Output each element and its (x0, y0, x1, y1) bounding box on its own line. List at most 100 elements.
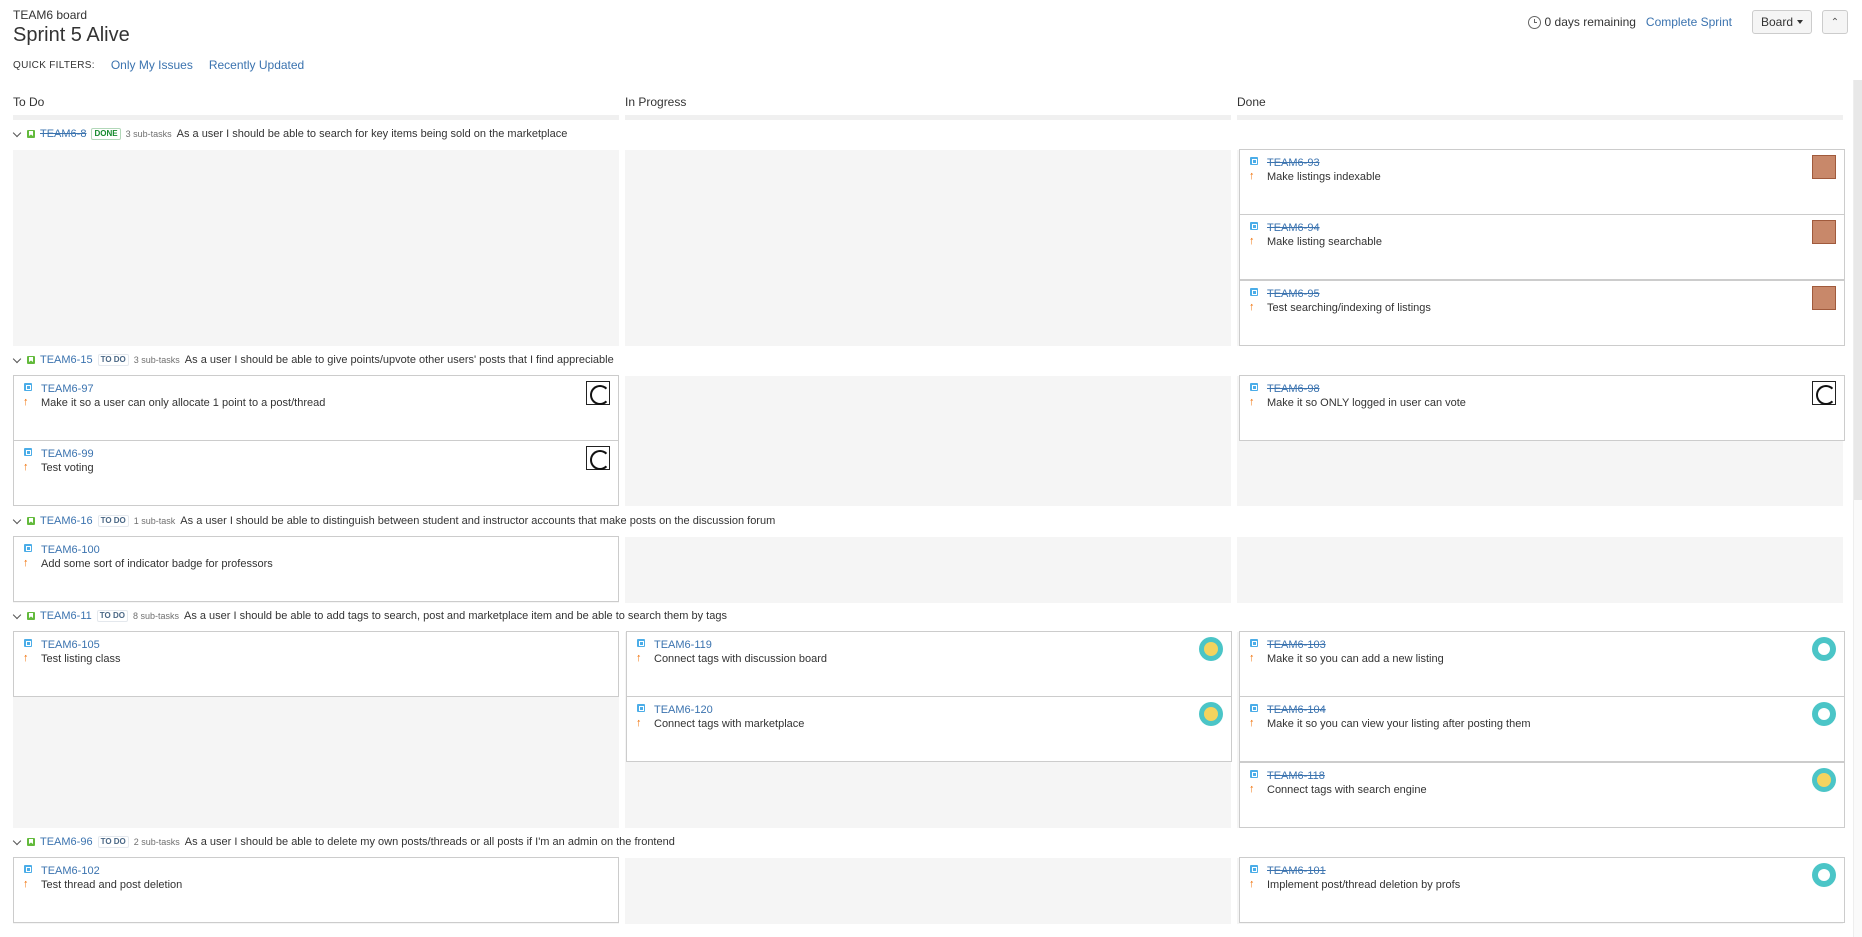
avatar (1812, 863, 1836, 887)
story-key[interactable]: TEAM6-15 (40, 354, 93, 366)
priority-arrow-up-icon: ↑ (1249, 717, 1255, 729)
column-divider (13, 115, 619, 120)
issue-card[interactable]: TEAM6-99 ↑ Test voting (13, 440, 619, 506)
subtask-icon (1250, 704, 1258, 712)
swimlane-header[interactable]: TEAM6-15 TO DO 3 sub-tasks As a user I s… (12, 353, 614, 367)
board-label: TEAM6 board (13, 8, 88, 22)
issue-card[interactable]: TEAM6-105 ↑ Test listing class (13, 631, 619, 697)
subtask-count: 8 sub-tasks (132, 611, 179, 621)
caret-down-icon (1797, 20, 1803, 24)
subtask-count: 1 sub-task (133, 516, 176, 526)
filter-only-my-issues[interactable]: Only My Issues (111, 58, 193, 72)
swimlane-header[interactable]: TEAM6-11 TO DO 8 sub-tasks As a user I s… (12, 609, 727, 623)
story-summary: As a user I should be able to delete my … (184, 836, 675, 848)
card-key[interactable]: TEAM6-104 (1267, 704, 1326, 716)
avatar (1812, 702, 1836, 726)
board-menu-button[interactable]: Board (1751, 10, 1812, 34)
subtask-icon (1250, 157, 1258, 165)
avatar (1199, 702, 1223, 726)
priority-arrow-up-icon: ↑ (23, 878, 29, 890)
issue-card[interactable]: TEAM6-93 ↑ Make listings indexable (1239, 149, 1845, 215)
card-key[interactable]: TEAM6-103 (1267, 639, 1326, 651)
priority-arrow-up-icon: ↑ (1249, 396, 1255, 408)
card-key[interactable]: TEAM6-100 (41, 544, 100, 556)
column-divider (625, 115, 1231, 120)
card-key[interactable]: TEAM6-118 (1267, 770, 1325, 782)
issue-card[interactable]: TEAM6-100 ↑ Add some sort of indicator b… (13, 536, 619, 602)
issue-card[interactable]: TEAM6-120 ↑ Connect tags with marketplac… (626, 696, 1232, 762)
sprint-title: Sprint 5 Alive (13, 24, 130, 46)
priority-arrow-up-icon: ↑ (1249, 301, 1255, 313)
swimlane-header[interactable]: TEAM6-96 TO DO 2 sub-tasks As a user I s… (12, 835, 675, 849)
issue-card[interactable]: TEAM6-97 ↑ Make it so a user can only al… (13, 375, 619, 441)
subtask-icon (1250, 865, 1258, 873)
subtask-icon (1250, 639, 1258, 647)
story-key[interactable]: TEAM6-11 (40, 610, 92, 622)
card-summary: Make it so ONLY logged in user can vote (1267, 397, 1466, 409)
priority-arrow-up-icon: ↑ (1249, 878, 1255, 890)
subtask-count: 3 sub-tasks (133, 355, 180, 365)
issue-card[interactable]: TEAM6-94 ↑ Make listing searchable (1239, 214, 1845, 280)
card-key[interactable]: TEAM6-99 (41, 448, 94, 460)
card-key[interactable]: TEAM6-93 (1267, 157, 1320, 169)
subtask-icon (24, 865, 32, 873)
status-badge: TO DO (97, 354, 129, 366)
subtask-icon (1250, 383, 1258, 391)
filter-recently-updated[interactable]: Recently Updated (209, 58, 304, 72)
quick-filters: QUICK FILTERS: Only My Issues Recently U… (13, 58, 304, 72)
days-remaining: 0 days remaining (1527, 15, 1636, 29)
sprint-controls: 0 days remaining Complete Sprint Board ⌃ (1527, 10, 1848, 34)
avatar (1812, 637, 1836, 661)
scrollbar-thumb[interactable] (1854, 80, 1862, 500)
issue-card[interactable]: TEAM6-104 ↑ Make it so you can view your… (1239, 696, 1845, 762)
chevron-down-icon[interactable] (12, 515, 22, 524)
card-key[interactable]: TEAM6-101 (1267, 865, 1326, 877)
issue-card[interactable]: TEAM6-103 ↑ Make it so you can add a new… (1239, 631, 1845, 697)
swimlane-header[interactable]: TEAM6-8 DONE 3 sub-tasks As a user I sho… (12, 127, 567, 141)
column-header-done: Done (1237, 95, 1266, 109)
column-header-todo: To Do (13, 95, 45, 109)
issue-card[interactable]: TEAM6-119 ↑ Connect tags with discussion… (626, 631, 1232, 697)
status-badge: DONE (91, 128, 121, 140)
card-summary: Test listing class (41, 653, 121, 665)
story-icon (27, 356, 35, 364)
avatar (586, 381, 610, 405)
story-summary: As a user I should be able to add tags t… (183, 610, 727, 622)
card-key[interactable]: TEAM6-119 (654, 639, 712, 651)
swimlane-header[interactable]: TEAM6-16 TO DO 1 sub-task As a user I sh… (12, 514, 775, 528)
story-icon (27, 838, 35, 846)
card-key[interactable]: TEAM6-102 (41, 865, 100, 877)
avatar (1812, 286, 1836, 310)
story-key[interactable]: TEAM6-96 (40, 836, 93, 848)
chevron-down-icon[interactable] (12, 610, 22, 619)
card-key[interactable]: TEAM6-95 (1267, 288, 1320, 300)
card-key[interactable]: TEAM6-120 (654, 704, 713, 716)
complete-sprint-link[interactable]: Complete Sprint (1646, 15, 1732, 29)
card-summary: Implement post/thread deletion by profs (1267, 879, 1461, 891)
issue-card[interactable]: TEAM6-95 ↑ Test searching/indexing of li… (1239, 280, 1845, 346)
story-key[interactable]: TEAM6-16 (40, 515, 93, 527)
issue-card[interactable]: TEAM6-101 ↑ Implement post/thread deleti… (1239, 857, 1845, 923)
card-key[interactable]: TEAM6-97 (41, 383, 94, 395)
card-summary: Connect tags with marketplace (654, 718, 805, 730)
chevron-down-icon[interactable] (12, 128, 22, 137)
in-progress-cell (625, 150, 1231, 346)
subtask-count: 2 sub-tasks (133, 837, 180, 847)
card-summary: Connect tags with discussion board (654, 653, 828, 665)
card-key[interactable]: TEAM6-94 (1267, 222, 1320, 234)
chevron-down-icon[interactable] (12, 836, 22, 845)
chevron-down-icon[interactable] (12, 354, 22, 363)
card-key[interactable]: TEAM6-105 (41, 639, 100, 651)
card-key[interactable]: TEAM6-98 (1267, 383, 1320, 395)
avatar (1812, 381, 1836, 405)
double-chevron-up-icon[interactable]: ⌃ (1822, 10, 1848, 34)
priority-arrow-up-icon: ↑ (636, 717, 642, 729)
issue-card[interactable]: TEAM6-102 ↑ Test thread and post deletio… (13, 857, 619, 923)
card-summary: Add some sort of indicator badge for pro… (41, 558, 273, 570)
subtask-icon (1250, 770, 1258, 778)
issue-card[interactable]: TEAM6-98 ↑ Make it so ONLY logged in use… (1239, 375, 1845, 441)
issue-card[interactable]: TEAM6-118 ↑ Connect tags with search eng… (1239, 762, 1845, 828)
story-key[interactable]: TEAM6-8 (40, 128, 86, 140)
todo-cell (13, 150, 619, 346)
status-badge: TO DO (97, 515, 129, 527)
